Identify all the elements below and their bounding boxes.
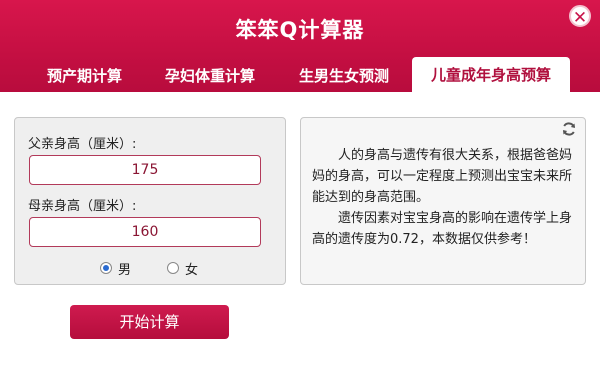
gender-female-radio[interactable] [167, 262, 179, 274]
start-calculation-button[interactable]: 开始计算 [70, 305, 229, 339]
father-height-label: 父亲身高（厘米）: [28, 137, 137, 152]
mother-height-input[interactable]: 160 [29, 217, 261, 247]
gender-female-label: 女 [185, 263, 199, 278]
mother-height-label: 母亲身高（厘米）: [28, 199, 137, 214]
refresh-icon[interactable] [561, 121, 577, 137]
tab-gender-prediction[interactable]: 生男生女预测 [284, 60, 404, 92]
tab-pregnancy-weight[interactable]: 孕妇体重计算 [150, 60, 270, 92]
close-icon[interactable]: ✕ [569, 5, 591, 28]
info-paragraph-2: 遗传因素对宝宝身高的影响在遗传学上身高的遗传度为0.72，本数据仅供参考！ [312, 211, 573, 247]
gender-male-radio[interactable] [100, 262, 112, 274]
gender-male-label: 男 [118, 263, 132, 278]
info-paragraph-1: 人的身高与遗传有很大关系，根据爸爸妈妈的身高，可以一定程度上预测出宝宝未来所能达… [312, 148, 573, 205]
father-height-input[interactable]: 175 [29, 155, 261, 185]
app-title: 笨笨Q计算器 [235, 18, 365, 42]
tab-child-height[interactable]: 儿童成年身高预算 [412, 57, 570, 92]
tab-due-date[interactable]: 预产期计算 [33, 60, 136, 92]
